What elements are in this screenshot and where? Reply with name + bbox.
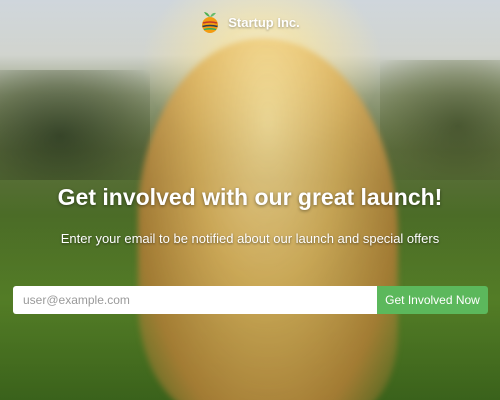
get-involved-button[interactable]: Get Involved Now xyxy=(377,286,488,314)
brand-header: Startup Inc. xyxy=(0,10,500,34)
landing-page: Startup Inc. Get involved with our great… xyxy=(0,0,500,400)
hero-subtitle: Enter your email to be notified about ou… xyxy=(60,231,440,246)
hero-headline: Get involved with our great launch! xyxy=(57,184,443,210)
brand-name: Startup Inc. xyxy=(228,14,300,30)
signup-form: Get Involved Now xyxy=(13,286,488,314)
orange-fruit-logo-icon xyxy=(202,12,219,33)
email-input[interactable] xyxy=(13,286,377,314)
